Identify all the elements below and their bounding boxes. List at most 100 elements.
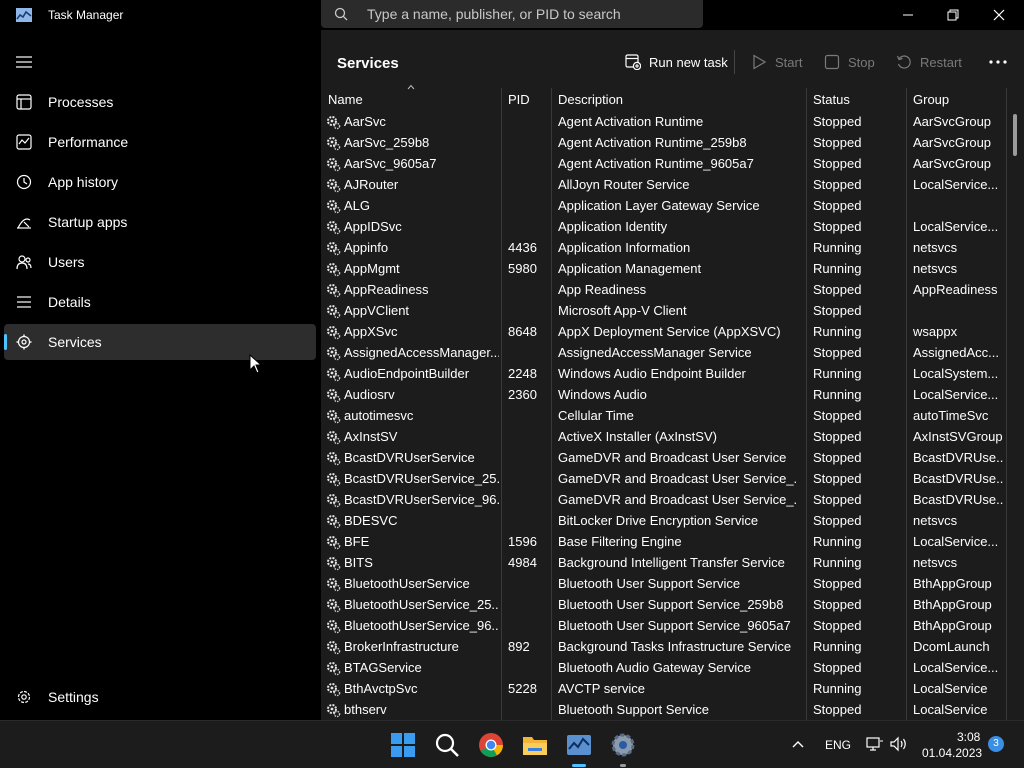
service-gear-icon — [327, 473, 341, 487]
table-row[interactable]: BcastDVRUserService GameDVR and Broadcast… — [321, 448, 1007, 469]
service-name: autotimesvc — [344, 408, 414, 423]
table-row[interactable]: AarSvc_9605a7 Agent Activation Runtime_96… — [321, 154, 1007, 175]
table-row[interactable]: Audiosrv 2360 Windows Audio Running LocalSer… — [321, 385, 1007, 406]
service-gear-icon — [327, 704, 341, 718]
details-icon — [17, 296, 31, 308]
table-row[interactable]: AppVClient Microsoft App-V Client Stopped — [321, 301, 1007, 322]
clock-time[interactable]: 3:08 — [957, 730, 980, 744]
restart-button[interactable]: Restart — [896, 52, 962, 72]
column-header-status[interactable]: Status — [813, 88, 850, 112]
service-description: Bluetooth User Support Service — [558, 576, 741, 591]
table-row[interactable]: autotimesvc Cellular Time Stopped autoTimeS… — [321, 406, 1007, 427]
minimize-button[interactable] — [885, 0, 931, 30]
sidebar-item-users[interactable]: Users — [4, 244, 316, 280]
service-group: LocalService... — [913, 177, 999, 192]
table-row[interactable]: AppMgmt 5980 Application Management Running… — [321, 259, 1007, 280]
service-status: Stopped — [813, 597, 862, 612]
services-icon — [16, 334, 32, 350]
column-header-pid[interactable]: PID — [508, 88, 530, 112]
close-button[interactable] — [976, 0, 1022, 30]
file-explorer-icon[interactable] — [522, 732, 548, 758]
task-manager-icon[interactable] — [566, 732, 592, 758]
sidebar-item-settings[interactable]: Settings — [4, 679, 316, 715]
service-name: AarSvc_259b8 — [344, 135, 430, 150]
sidebar-item-services[interactable]: Services — [4, 324, 316, 360]
table-row[interactable]: BDESVC BitLocker Drive Encryption Service… — [321, 511, 1007, 532]
network-icon[interactable] — [866, 736, 884, 752]
service-gear-icon — [327, 305, 341, 319]
more-options-button[interactable] — [986, 52, 1010, 72]
table-row[interactable]: AppXSvc 8648 AppX Deployment Service (AppX… — [321, 322, 1007, 343]
sidebar: Processes Performance App history Startu… — [0, 30, 320, 720]
sidebar-item-processes[interactable]: Processes — [4, 84, 316, 120]
service-description: Agent Activation Runtime — [558, 114, 704, 129]
table-row[interactable]: AarSvc_259b8 Agent Activation Runtime_259… — [321, 133, 1007, 154]
table-row[interactable]: BluetoothUserService Bluetooth User Suppo… — [321, 574, 1007, 595]
service-gear-icon — [327, 221, 341, 235]
sidebar-item-startup-apps[interactable]: Startup apps — [4, 204, 316, 240]
table-row[interactable]: AJRouter AllJoyn Router Service Stopped Loc… — [321, 175, 1007, 196]
table-row[interactable]: AssignedAccessManager... AssignedAccessMa… — [321, 343, 1007, 364]
search-icon[interactable] — [434, 732, 460, 758]
table-row[interactable]: AudioEndpointBuilder 2248 Windows Audio En… — [321, 364, 1007, 385]
column-header-name[interactable]: Name — [328, 88, 363, 112]
scrollbar-thumb[interactable] — [1013, 114, 1017, 156]
service-description: Application Layer Gateway Service — [558, 198, 760, 213]
language-indicator[interactable]: ENG — [825, 738, 851, 752]
table-row[interactable]: AxInstSV ActiveX Installer (AxInstSV) Stop… — [321, 427, 1007, 448]
sidebar-item-label: Startup apps — [48, 214, 128, 230]
table-row[interactable]: AppIDSvc Application Identity Stopped Local… — [321, 217, 1007, 238]
mouse-cursor-icon — [249, 354, 263, 374]
service-name: BcastDVRUserService_96... — [344, 492, 499, 507]
table-row[interactable]: BFE 1596 Base Filtering Engine Running Local… — [321, 532, 1007, 553]
table-row[interactable]: bthserv Bluetooth Support Service Stopped L… — [321, 700, 1007, 720]
table-row[interactable]: BcastDVRUserService_96... GameDVR and Bro… — [321, 490, 1007, 511]
service-description: GameDVR and Broadcast User Service — [558, 450, 787, 465]
restore-button[interactable] — [930, 0, 976, 30]
sidebar-item-app-history[interactable]: App history — [4, 164, 316, 200]
table-row[interactable]: BluetoothUserService_96... Bluetooth User… — [321, 616, 1007, 637]
more-icon — [989, 60, 1007, 64]
service-description: AssignedAccessManager Service — [558, 345, 752, 360]
service-name: ALG — [344, 198, 371, 213]
table-row[interactable]: BTAGService Bluetooth Audio Gateway Servi… — [321, 658, 1007, 679]
clock-date[interactable]: 01.04.2023 — [922, 746, 982, 760]
service-description: Bluetooth User Support Service_9605a7 — [558, 618, 791, 633]
notification-badge[interactable]: 3 — [988, 736, 1004, 752]
table-row[interactable]: BthAvctpSvc 5228 AVCTP service Running Local… — [321, 679, 1007, 700]
sidebar-item-label: Details — [48, 294, 91, 310]
table-row[interactable]: BrokerInfrastructure 892 Background Tasks … — [321, 637, 1007, 658]
search-input[interactable]: Type a name, publisher, or PID to search — [367, 6, 621, 22]
column-header-group[interactable]: Group — [913, 88, 949, 112]
service-status: Stopped — [813, 450, 862, 465]
service-gear-icon — [327, 326, 341, 340]
hamburger-icon[interactable] — [16, 55, 32, 69]
start-button[interactable]: Start — [751, 52, 802, 72]
chevron-up-icon[interactable] — [792, 740, 804, 748]
run-new-task-button[interactable]: Run new task — [625, 52, 728, 72]
table-row[interactable]: AarSvc Agent Activation Runtime Stopped Aar… — [321, 112, 1007, 133]
service-name: AppIDSvc — [344, 219, 402, 234]
service-status: Stopped — [813, 513, 862, 528]
sidebar-item-performance[interactable]: Performance — [4, 124, 316, 160]
service-gear-icon — [327, 179, 341, 193]
service-name: AppReadiness — [344, 282, 429, 297]
column-header-description[interactable]: Description — [558, 88, 623, 112]
service-gear-icon — [327, 242, 341, 256]
settings-icon[interactable] — [610, 732, 636, 758]
service-status: Stopped — [813, 576, 862, 591]
windows-start-icon[interactable] — [390, 732, 416, 758]
table-row[interactable]: AppReadiness App Readiness Stopped AppReadi… — [321, 280, 1007, 301]
service-name: AarSvc — [344, 114, 386, 129]
service-status: Running — [813, 681, 862, 696]
sidebar-item-details[interactable]: Details — [4, 284, 316, 320]
table-row[interactable]: ALG Application Layer Gateway Service Stop… — [321, 196, 1007, 217]
stop-button[interactable]: Stop — [824, 52, 875, 72]
chrome-icon[interactable] — [478, 732, 504, 758]
table-row[interactable]: BcastDVRUserService_25... GameDVR and Bro… — [321, 469, 1007, 490]
table-row[interactable]: Appinfo 4436 Application Information Runnin… — [321, 238, 1007, 259]
service-group: LocalSystem... — [913, 366, 999, 381]
volume-icon[interactable] — [890, 736, 908, 752]
table-row[interactable]: BluetoothUserService_25... Bluetooth User… — [321, 595, 1007, 616]
table-row[interactable]: BITS 4984 Background Intelligent Transfer … — [321, 553, 1007, 574]
